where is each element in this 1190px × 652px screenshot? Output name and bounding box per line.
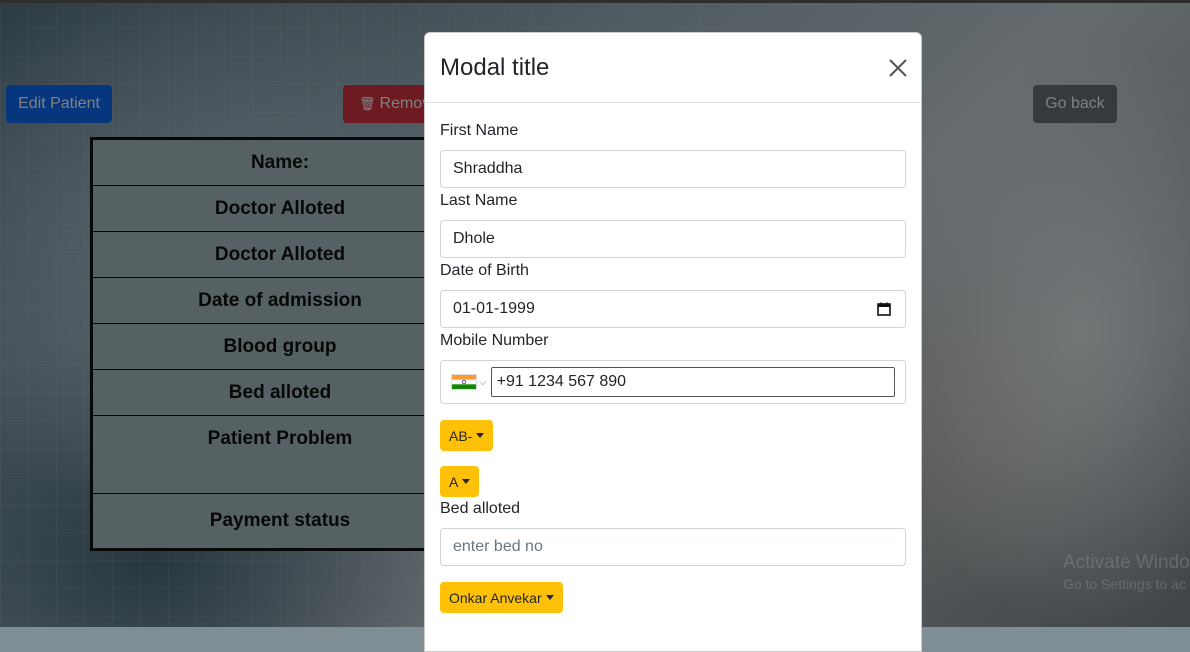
blood-type-dropdown-label: A <box>449 473 459 490</box>
mobile-number-label: Mobile Number <box>440 332 549 349</box>
bed-alloted-label: Bed alloted <box>440 500 521 517</box>
doctor-dropdown[interactable]: Onkar Anvekar <box>440 582 563 613</box>
caret-down-icon <box>476 433 485 438</box>
close-icon[interactable] <box>887 57 909 79</box>
last-name-field[interactable] <box>440 220 906 258</box>
blood-group-dropdown[interactable]: AB- <box>440 420 494 451</box>
first-name-input[interactable] <box>453 160 893 178</box>
mobile-number-field[interactable]: ⌵ <box>440 360 906 404</box>
dob-value: 01-01-1999 <box>453 300 535 317</box>
mobile-number-input[interactable] <box>490 367 895 397</box>
last-name-label: Last Name <box>440 192 518 209</box>
modal-title: Modal title <box>440 54 550 81</box>
dob-field[interactable]: 01-01-1999 <box>440 290 906 328</box>
first-name-field[interactable] <box>440 150 906 188</box>
bed-number-input[interactable] <box>453 538 893 556</box>
country-dropdown-chevron-icon[interactable]: ⌵ <box>479 377 487 388</box>
doctor-dropdown-label: Onkar Anvekar <box>449 589 542 606</box>
first-name-label: First Name <box>440 122 519 139</box>
dob-label: Date of Birth <box>440 262 529 279</box>
india-flag-icon[interactable] <box>451 374 477 390</box>
modal-header: Modal title <box>425 33 921 103</box>
last-name-input[interactable] <box>453 230 893 248</box>
bed-alloted-field[interactable] <box>440 528 906 566</box>
blood-type-dropdown[interactable]: A <box>440 466 480 497</box>
blood-group-dropdown-label: AB- <box>449 427 473 444</box>
edit-patient-modal: Modal title First Name Last Name Date of… <box>424 32 922 652</box>
calendar-icon[interactable] <box>877 302 891 321</box>
caret-down-icon <box>545 595 554 600</box>
caret-down-icon <box>462 479 471 484</box>
